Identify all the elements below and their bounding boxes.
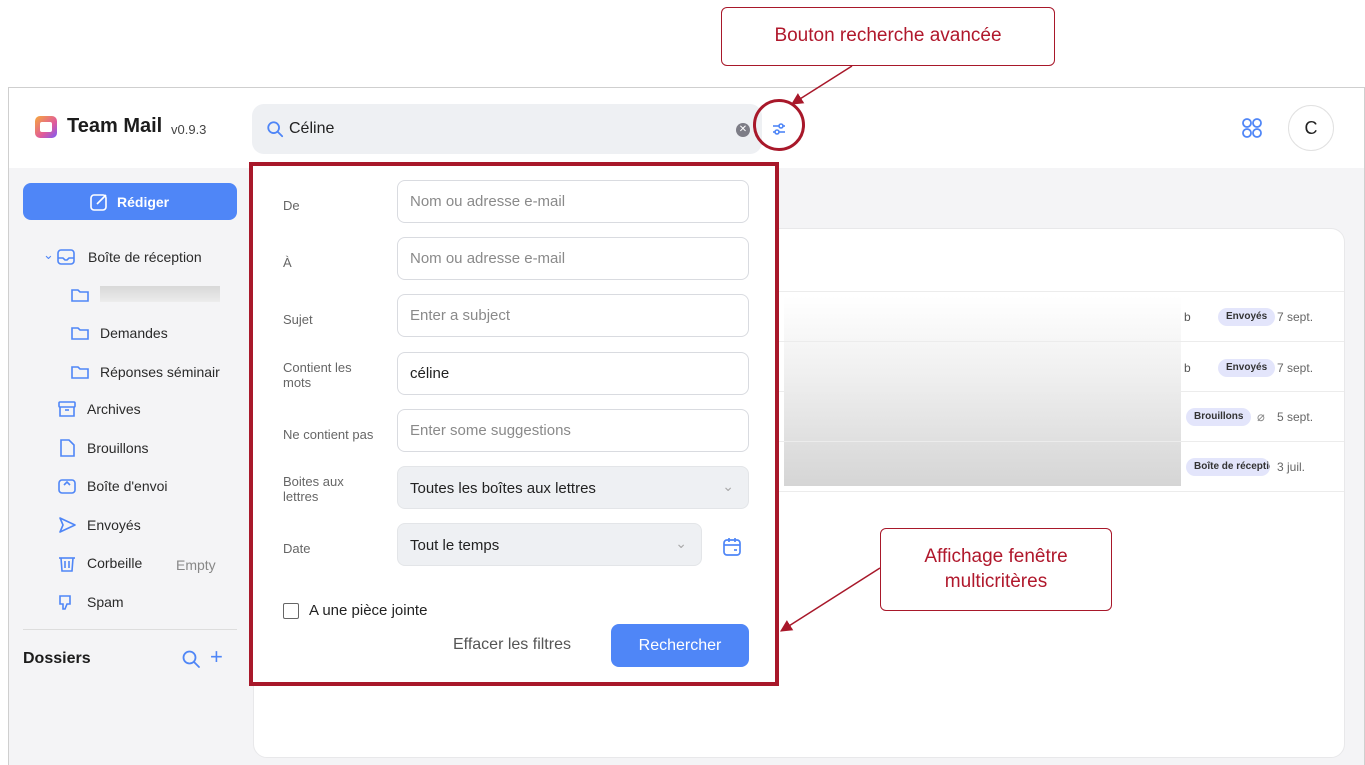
app-version: v0.9.3: [171, 122, 207, 137]
mailbox-tag: Envoyés: [1218, 308, 1276, 326]
submit-search-button[interactable]: Rechercher: [611, 624, 749, 667]
to-field[interactable]: [397, 237, 749, 280]
has-attachment-label: A une pièce jointe: [309, 602, 428, 619]
sidebar-item-label: Brouillons: [87, 440, 149, 456]
compose-label: Rédiger: [117, 194, 170, 210]
sidebar-item-label: Spam: [87, 594, 124, 610]
message-date: 7 sept.: [1277, 310, 1314, 324]
advanced-search-panel: De À Sujet Contient les mots Ne contient…: [249, 162, 779, 686]
sidebar-item-label: Corbeille: [87, 555, 143, 571]
from-label: De: [283, 198, 300, 213]
archive-icon: [58, 401, 76, 417]
sidebar-divider: [23, 629, 237, 630]
folder-icon: [71, 366, 89, 379]
search-folders-icon[interactable]: [181, 649, 201, 669]
search-icon: [267, 121, 284, 138]
folder-icon: [71, 327, 89, 340]
mailboxes-label: Boites aux lettres: [283, 474, 344, 504]
mailbox-tag: Boîte de réceptio: [1186, 458, 1270, 476]
sidebar-item-reponses-seminaire[interactable]: Réponses séminair: [70, 364, 230, 380]
clear-filters-button[interactable]: Effacer les filtres: [453, 636, 571, 654]
excludes-field[interactable]: [397, 409, 749, 452]
app-logo-icon: [35, 116, 57, 138]
subject-field[interactable]: [397, 294, 749, 337]
message-date: 3 juil.: [1277, 460, 1306, 474]
spam-icon: [59, 595, 71, 610]
redacted-folder-name: [100, 286, 220, 302]
user-avatar[interactable]: C: [1288, 105, 1334, 151]
draft-icon: [60, 439, 75, 457]
calendar-icon[interactable]: [721, 536, 743, 558]
sidebar-item-label: Envoyés: [87, 517, 141, 533]
chevron-down-icon[interactable]: ⌄: [43, 247, 54, 263]
top-bar: Team Mail v0.9.3 Céline ✕ C: [9, 88, 1364, 168]
from-field[interactable]: [397, 180, 749, 223]
app-name: Team Mail: [67, 115, 163, 137]
sidebar-item-label: Demandes: [100, 325, 168, 341]
mailbox-tag: Brouillons: [1186, 408, 1252, 426]
mailboxes-selected-value: Toutes les boîtes aux lettres: [410, 480, 596, 497]
date-selected-value: Tout le temps: [410, 537, 500, 554]
trash-icon: [59, 557, 75, 572]
excludes-label: Ne contient pas: [283, 427, 374, 442]
has-attachment-checkbox[interactable]: [283, 603, 299, 619]
outbox-icon: [58, 479, 76, 494]
chevron-down-icon: ⌄: [722, 478, 734, 494]
folders-title: Dossiers: [23, 650, 91, 667]
compose-icon: [90, 194, 107, 211]
sidebar-item-label: Boîte de réception: [88, 249, 202, 265]
apps-grid-icon[interactable]: [1241, 117, 1263, 139]
advanced-button-callout: Bouton recherche avancée: [721, 7, 1055, 66]
date-label: Date: [283, 541, 311, 556]
message-date: 5 sept.: [1277, 410, 1314, 424]
window-callout: Affichage fenêtre multicritères: [880, 528, 1112, 611]
search-input[interactable]: Céline: [289, 120, 334, 138]
send-icon: [59, 517, 76, 533]
compose-button[interactable]: Rédiger: [23, 183, 237, 220]
advanced-button-highlight: [753, 99, 805, 151]
message-fragment: b: [1184, 310, 1191, 324]
clear-search-icon[interactable]: ✕: [736, 123, 750, 137]
search-bar[interactable]: Céline ✕: [252, 104, 762, 154]
message-fragment: b: [1184, 361, 1191, 375]
to-label: À: [283, 255, 292, 270]
contains-words-field[interactable]: [397, 352, 749, 395]
sidebar-item-label: Boîte d'envoi: [87, 478, 168, 494]
sidebar-item-label: Archives: [87, 401, 141, 417]
sidebar-item-label: Réponses séminair: [100, 364, 220, 380]
subject-label: Sujet: [283, 312, 313, 327]
mailboxes-select[interactable]: Toutes les boîtes aux lettres ⌄: [397, 466, 749, 509]
attachment-icon: ⌀: [1257, 409, 1265, 424]
date-select[interactable]: Tout le temps ⌄: [397, 523, 702, 566]
inbox-icon: [57, 249, 75, 265]
contains-words-label: Contient les mots: [283, 360, 352, 390]
message-date: 7 sept.: [1277, 361, 1314, 375]
add-folder-icon[interactable]: +: [210, 644, 223, 670]
empty-trash-button[interactable]: Empty: [176, 557, 216, 573]
chevron-down-icon: ⌄: [675, 535, 687, 551]
mailbox-tag: Envoyés: [1218, 359, 1276, 377]
folder-icon: [71, 289, 89, 302]
